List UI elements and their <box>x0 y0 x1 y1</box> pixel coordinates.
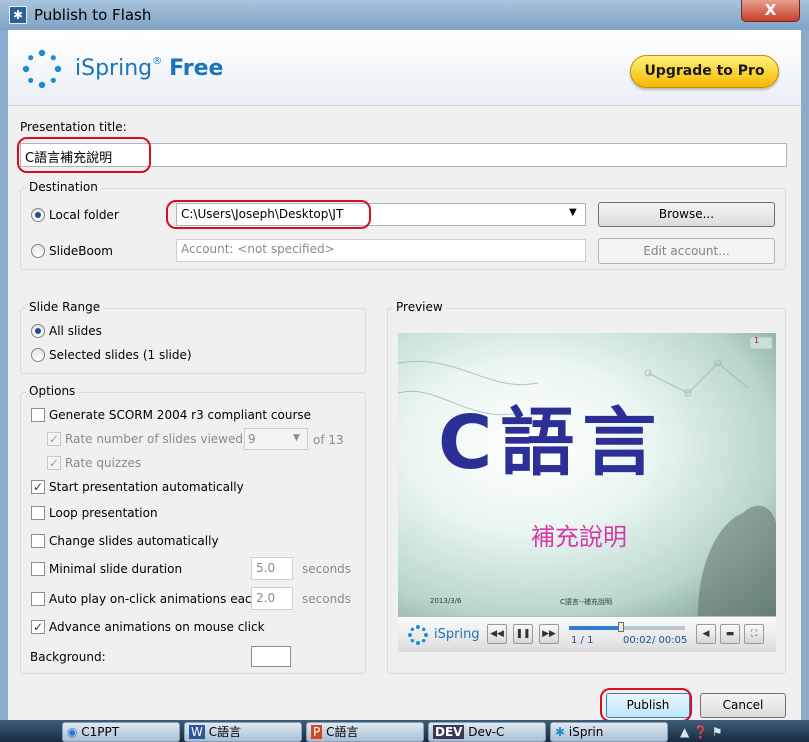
upgrade-to-pro-button[interactable]: Upgrade to Pro <box>630 55 779 88</box>
dev-badge: DEV <box>433 725 465 739</box>
folder-highlight-circle <box>166 200 371 229</box>
time-total: / 00:05 <box>652 635 688 646</box>
slide-date: 2013/3/6 <box>430 597 462 605</box>
seek-bar[interactable] <box>569 626 685 630</box>
slide-footer: C語言--補充說明 <box>560 598 612 606</box>
preview-group-title: Preview <box>393 300 446 314</box>
all-slides-radio[interactable] <box>31 324 45 338</box>
presentation-title-label: Presentation title: <box>20 120 127 134</box>
slide-page-marker: 1 <box>754 336 760 345</box>
pause-button[interactable]: ❚❚ <box>513 624 533 644</box>
cancel-button[interactable]: Cancel <box>700 693 786 718</box>
change-slides-label: Change slides automatically <box>49 534 219 548</box>
slide-range-group <box>20 308 366 374</box>
rate-viewed-checkbox[interactable]: ✓ <box>47 432 61 446</box>
close-button[interactable]: X <box>741 0 800 22</box>
taskbar-item-label: C1PPT <box>81 725 120 739</box>
fullscreen-icon[interactable]: ⛶ <box>744 624 764 644</box>
local-folder-radio[interactable] <box>31 208 45 222</box>
slide-range-group-title: Slide Range <box>26 300 104 314</box>
options-group-title: Options <box>26 384 79 398</box>
autoplay-seconds-label: seconds <box>302 592 352 606</box>
advance-animations-checkbox[interactable]: ✓ <box>31 620 45 634</box>
destination-group-title: Destination <box>26 180 101 194</box>
player-brand: iSpring <box>434 627 480 642</box>
background-label: Background: <box>30 650 106 664</box>
taskbar-item-label: C語言 <box>326 725 359 739</box>
autoplay-value: 2.0 <box>256 591 276 605</box>
window-frame-left <box>0 30 8 720</box>
previous-slide-button[interactable]: ◀◀ <box>487 624 507 644</box>
rate-quizzes-checkbox[interactable]: ✓ <box>47 456 61 470</box>
volume-icon[interactable]: ◀ <box>696 624 716 644</box>
slide-title: C語言 <box>438 400 665 486</box>
rate-viewed-value: 9 <box>248 432 256 446</box>
window-title: Publish to Flash <box>34 6 152 24</box>
brand-logo: iSpring® Free <box>75 56 223 81</box>
notes-toggle-icon[interactable]: ▬ <box>720 624 740 644</box>
autoplay-checkbox[interactable] <box>31 592 45 606</box>
start-automatically-label: Start presentation automatically <box>49 480 244 494</box>
account-placeholder: Account: <not specified> <box>181 242 335 256</box>
minimal-duration-checkbox[interactable] <box>31 562 45 576</box>
background-color-swatch[interactable] <box>251 646 291 667</box>
seek-thumb[interactable] <box>618 622 624 632</box>
change-slides-checkbox[interactable] <box>31 534 45 548</box>
taskbar-item-devc[interactable]: DEV Dev-C <box>428 722 546 742</box>
slide-counter: 1 / 1 <box>571 635 594 646</box>
slide-subtitle: 補充說明 <box>531 523 627 551</box>
minimal-duration-seconds-label: seconds <box>302 562 352 576</box>
publish-highlight-circle <box>600 688 692 722</box>
taskbar-item-label: iSprin <box>568 725 604 739</box>
taskbar-item-c1ppt[interactable]: ◉ C1PPT <box>62 722 180 742</box>
selected-slides-radio[interactable] <box>31 348 45 362</box>
rate-quizzes-label: Rate quizzes <box>65 456 142 470</box>
seek-bar-fill <box>569 626 621 630</box>
ispring-logo-icon <box>22 49 62 89</box>
scorm-checkbox[interactable] <box>31 408 45 422</box>
browse-button[interactable]: Browse... <box>598 202 775 227</box>
player-ispring-icon <box>408 625 428 645</box>
title-highlight-circle <box>17 137 151 173</box>
taskbar-item-ispring[interactable]: ✱ iSprin <box>550 722 668 742</box>
app-window-icon[interactable]: ✱ <box>9 6 27 24</box>
rate-viewed-chevron-icon[interactable]: ▼ <box>293 433 300 443</box>
brand-edition: Free <box>169 56 224 81</box>
next-slide-button[interactable]: ▶▶ <box>539 624 559 644</box>
chevron-down-icon[interactable]: ▼ <box>569 207 577 218</box>
loop-presentation-label: Loop presentation <box>49 506 158 520</box>
selected-slides-label: Selected slides (1 slide) <box>49 348 192 362</box>
rate-viewed-label: Rate number of slides viewed: <box>65 432 248 446</box>
start-automatically-checkbox[interactable]: ✓ <box>31 480 45 494</box>
scorm-label: Generate SCORM 2004 r3 compliant course <box>49 408 312 422</box>
all-slides-label: All slides <box>49 324 102 338</box>
advance-animations-label: Advance animations on mouse click <box>49 620 265 634</box>
taskbar-item-label: Dev-C <box>468 725 505 739</box>
taskbar-item-label: C語言 <box>208 725 242 739</box>
local-folder-label: Local folder <box>49 208 119 222</box>
slideboom-label: SlideBoom <box>49 244 113 258</box>
brand-name: iSpring <box>75 56 153 81</box>
tray-icons[interactable]: ▲ ❓ ⚑ <box>680 725 723 739</box>
slideboom-radio[interactable] <box>31 244 45 258</box>
autoplay-label: Auto play on-click animations each <box>49 592 260 606</box>
slide-preview: 1 C語言 補充說明 2013/3/6 C語言--補充說明 <box>398 333 776 616</box>
rate-viewed-of-label: of 13 <box>313 433 344 447</box>
taskbar-item-powerpoint[interactable]: P C語言 <box>306 722 424 742</box>
minimal-duration-value: 5.0 <box>256 561 276 575</box>
loop-presentation-checkbox[interactable] <box>31 506 45 520</box>
registered-mark: ® <box>152 56 163 67</box>
time-elapsed: 00:02 <box>623 635 652 646</box>
taskbar-item-word[interactable]: W C語言 <box>184 722 302 742</box>
edit-account-button[interactable]: Edit account... <box>598 238 775 264</box>
minimal-duration-label: Minimal slide duration <box>49 562 183 576</box>
window-frame-right <box>801 30 809 720</box>
